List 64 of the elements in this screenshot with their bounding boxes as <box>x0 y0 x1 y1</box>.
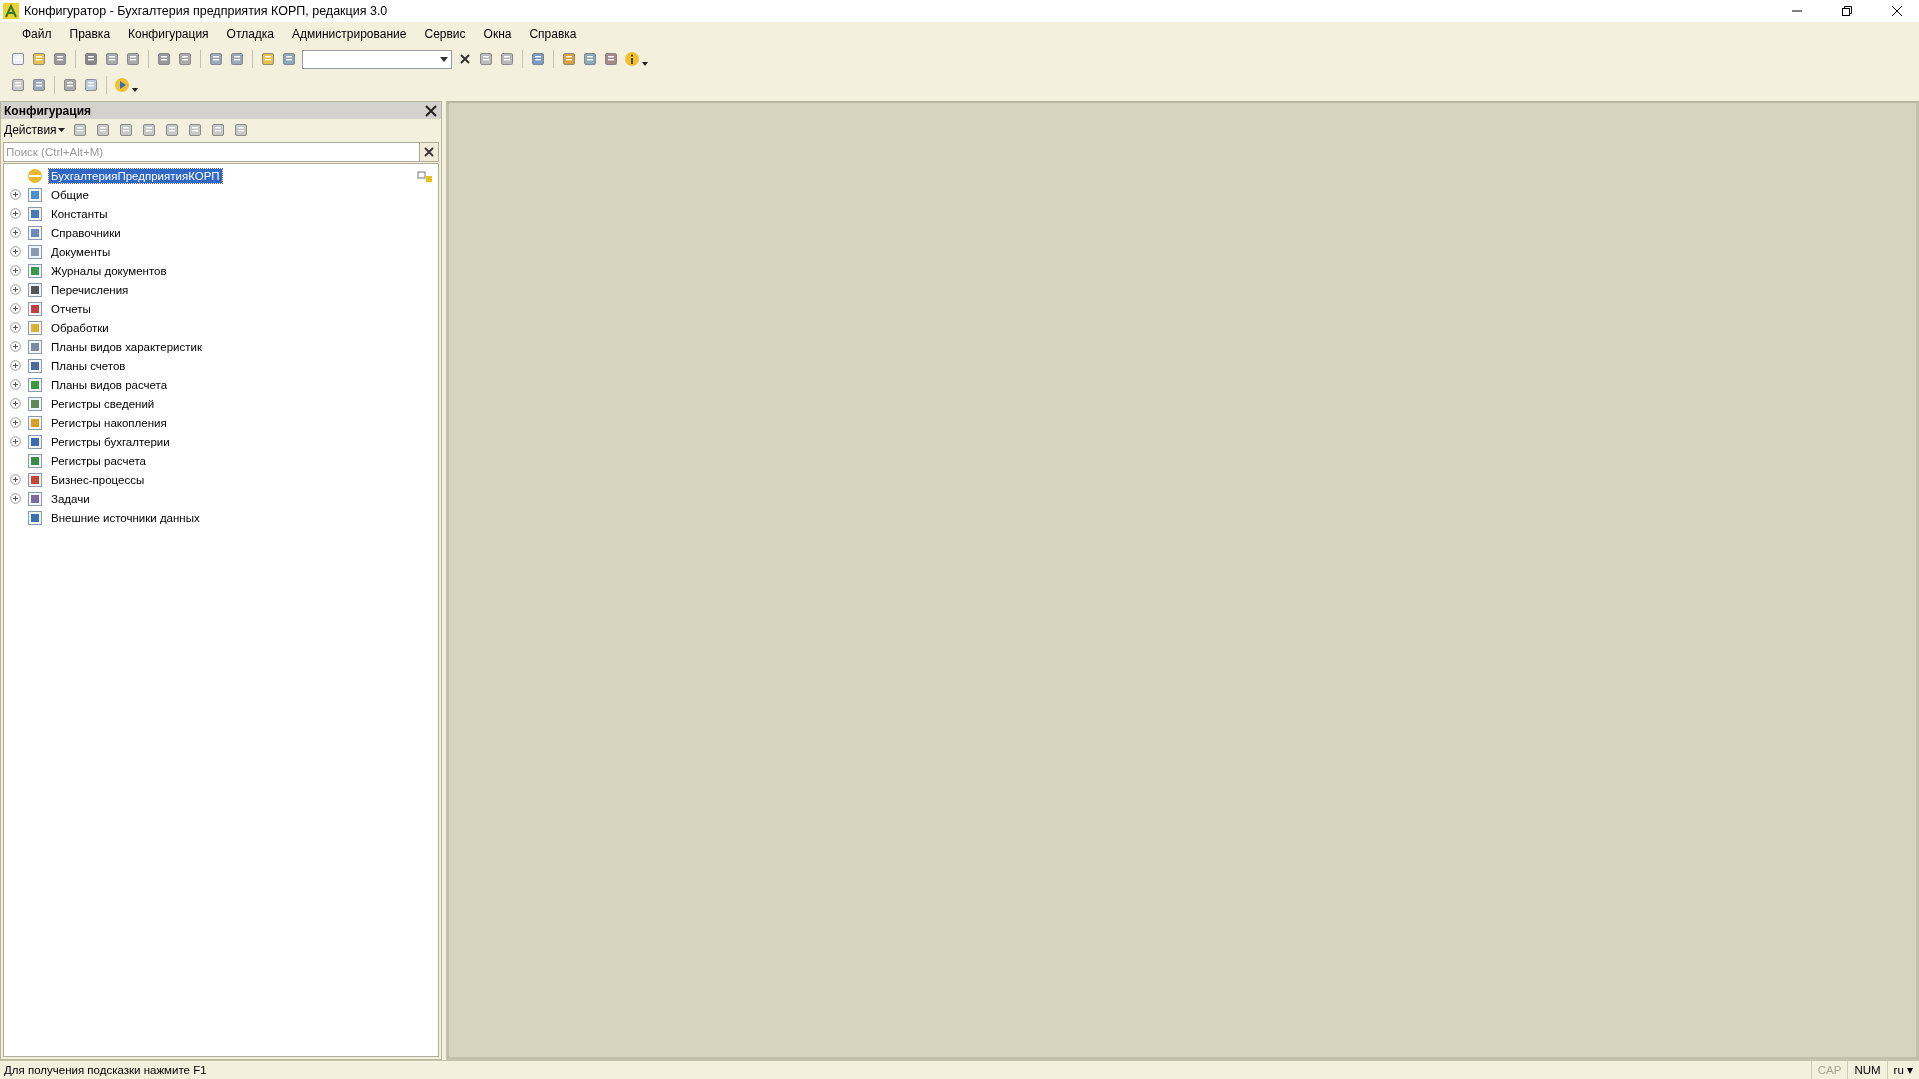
tree-item[interactable]: Планы видов характеристик <box>49 339 204 354</box>
expand-icon[interactable] <box>10 379 21 390</box>
menu-item[interactable]: Отладка <box>218 25 283 43</box>
tree-item[interactable]: БухгалтерияПредприятияКОРП <box>49 168 222 183</box>
expand-icon[interactable] <box>10 436 21 447</box>
app-logo-icon <box>3 3 19 19</box>
caret-icon[interactable] <box>642 62 648 66</box>
caret-icon[interactable] <box>57 128 65 132</box>
tree-item[interactable]: Перечисления <box>49 282 131 297</box>
tree-item[interactable]: Журналы документов <box>49 263 169 278</box>
menu-item[interactable]: Конфигурация <box>120 25 217 43</box>
expand-icon[interactable] <box>10 265 21 276</box>
tree-item[interactable]: Регистры накопления <box>49 415 169 430</box>
menu-item[interactable]: Окна <box>475 25 520 43</box>
expand-icon[interactable] <box>10 493 21 504</box>
expand-icon[interactable] <box>10 398 21 409</box>
tree-item[interactable]: Обработки <box>49 320 111 335</box>
expand-icon[interactable] <box>10 246 21 257</box>
actions-menu-button[interactable]: Действия <box>4 123 57 137</box>
lock-icon <box>417 168 433 184</box>
expand-icon[interactable] <box>10 303 21 314</box>
play-icon[interactable] <box>114 77 130 93</box>
restore-icon[interactable] <box>1840 5 1853 17</box>
expand-icon[interactable] <box>10 284 21 295</box>
expand-icon[interactable] <box>10 208 21 219</box>
expand-icon[interactable] <box>10 189 21 200</box>
panel-title: Конфигурация <box>4 103 92 118</box>
tree-item[interactable]: Регистры расчета <box>49 453 148 468</box>
status-indicator: ru ▾ <box>1886 1061 1919 1079</box>
tree-item[interactable]: Регистры сведений <box>49 396 157 411</box>
tree-item[interactable]: Задачи <box>49 491 92 506</box>
menu-item[interactable]: Файл <box>14 25 60 43</box>
close-icon[interactable] <box>424 103 438 118</box>
caret-icon[interactable] <box>132 88 138 92</box>
expand-icon[interactable] <box>10 341 21 352</box>
expand-icon[interactable] <box>10 474 21 485</box>
tree-item[interactable]: Планы счетов <box>49 358 128 373</box>
expand-icon[interactable] <box>10 417 21 428</box>
tree-item[interactable]: Планы видов расчета <box>49 377 170 392</box>
search-box[interactable]: Поиск (Ctrl+Alt+M) <box>3 142 439 162</box>
menu-item[interactable]: Администрирование <box>284 25 415 43</box>
tree-item[interactable]: Справочники <box>49 225 123 240</box>
menu-item[interactable]: Справка <box>521 25 585 43</box>
expand-icon[interactable] <box>10 322 21 333</box>
close-icon[interactable] <box>1890 5 1903 17</box>
status-indicator: CAP <box>1810 1061 1848 1079</box>
tree-item[interactable]: Бизнес-процессы <box>49 472 147 487</box>
expand-icon[interactable] <box>10 360 21 371</box>
clear-icon[interactable] <box>424 147 434 157</box>
expand-icon[interactable] <box>10 227 21 238</box>
tree-item[interactable]: Внешние источники данных <box>49 510 202 525</box>
status-indicator: NUM <box>1847 1061 1887 1079</box>
menu-item[interactable]: Правка <box>61 25 119 43</box>
tree-item[interactable]: Общие <box>49 187 91 202</box>
tree-item[interactable]: Отчеты <box>49 301 93 316</box>
info-icon[interactable] <box>624 51 640 67</box>
tree-item[interactable]: Документы <box>49 244 113 259</box>
tree-item[interactable]: Константы <box>49 206 110 221</box>
dropdown-caret-icon[interactable] <box>437 56 451 62</box>
config-root-icon <box>27 167 43 184</box>
window-title: Конфигуратор - Бухгалтерия предприятия КОРП, редакция 3.0 <box>24 4 389 18</box>
tree-item[interactable]: Регистры бухгалтерии <box>49 434 172 449</box>
menu-item[interactable]: Сервис <box>416 25 474 43</box>
status-hint: Для получения подсказки нажмите F1 <box>3 1064 208 1076</box>
